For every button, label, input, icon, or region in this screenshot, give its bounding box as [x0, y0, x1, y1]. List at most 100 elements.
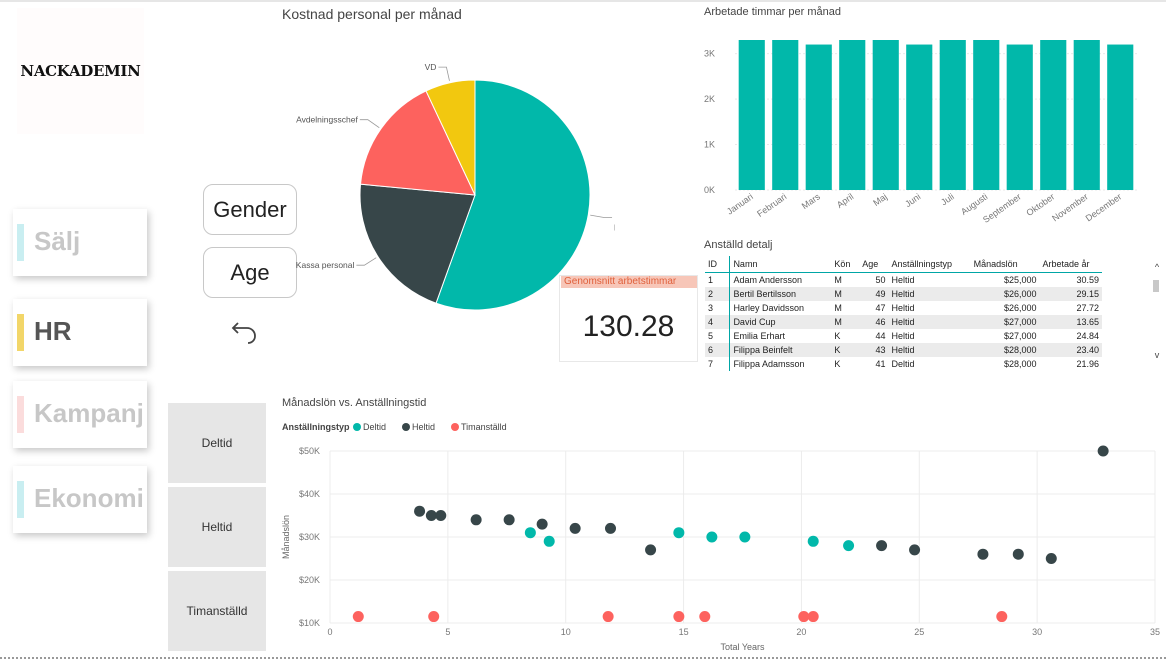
table-cell: M	[831, 287, 860, 301]
table-title: Anställd detalj	[704, 239, 773, 251]
bar-juni	[906, 44, 933, 190]
table-row[interactable]: 4 David Cup M 46 Heltid $27,000 13.65	[705, 315, 1102, 329]
nav-label: Sälj	[34, 226, 81, 256]
bar-oktober	[1040, 40, 1067, 190]
bar-title: Arbetade timmar per månad	[704, 6, 841, 18]
scatter-title: Månadslön vs. Anställningstid	[282, 397, 427, 409]
scroll-thumb[interactable]	[1153, 280, 1159, 292]
scatter-x-tick: 10	[561, 627, 571, 637]
scatter-point-heltid	[470, 514, 482, 526]
bar-november	[1073, 40, 1100, 190]
table-header-cell[interactable]: Arbetade år	[1039, 256, 1102, 273]
table-cell: 30.59	[1076, 275, 1099, 285]
slicer-item-deltid[interactable]: Deltid	[168, 403, 266, 483]
table-cell: 5	[705, 329, 731, 343]
table-cell: Filippa Beinfelt	[729, 343, 832, 357]
slicer-item-timanstalld[interactable]: Timanställd	[168, 571, 266, 651]
table-header-cell[interactable]: Namn	[729, 256, 832, 273]
scroll-up-icon[interactable]: ^	[1150, 262, 1164, 272]
scatter-x-tick: 35	[1150, 627, 1160, 637]
bar-x-label: Juni	[903, 191, 922, 209]
bar-x-label: Juli	[939, 191, 956, 207]
scroll-down-icon[interactable]: v	[1150, 350, 1164, 360]
nav-label: Ekonomi	[34, 483, 144, 513]
bar-januari	[738, 40, 765, 190]
legend-title: Anställningstyp	[282, 422, 350, 432]
legend-marker	[402, 423, 410, 431]
scatter-x-tick: 0	[327, 627, 332, 637]
table-header-cell[interactable]: ID	[705, 256, 731, 273]
table-cell: Heltid	[891, 275, 915, 285]
bar-juli	[939, 40, 966, 190]
logo: NACKADEMIN	[17, 8, 144, 134]
table-row[interactable]: 6 Filippa Beinfelt K 43 Heltid $28,000 23.40	[705, 343, 1102, 357]
bar-december	[1107, 44, 1134, 190]
bar-maj	[872, 40, 899, 190]
scatter-y-tick: $50K	[299, 446, 320, 456]
table-cell: $28,000	[1003, 359, 1037, 369]
scatter-point-heltid	[645, 544, 657, 556]
kpi-value: 130.28	[582, 310, 675, 343]
scatter-y-tick: $30K	[299, 532, 320, 542]
nav-card-hr[interactable]: HR	[13, 299, 147, 366]
pie-leader-line	[359, 119, 380, 129]
nav-label: HR	[34, 316, 72, 346]
pie-leader-line	[356, 257, 377, 266]
nav-card-ekonomi[interactable]: Ekonomi	[13, 466, 147, 533]
table-header-cell[interactable]: Anställningstyp	[888, 256, 971, 273]
scatter-point-heltid	[1045, 553, 1057, 564]
table-cell: 29.15	[1039, 287, 1102, 301]
pie-label: Avdelningsschef	[296, 115, 358, 125]
bar-y-tick: 3K	[704, 49, 715, 59]
table-header-cell[interactable]: Månadslön	[970, 256, 1040, 273]
table-row[interactable]: 1 Adam Andersson M 50 Heltid $25,000 30.59	[705, 272, 1102, 287]
undo-arrow-icon[interactable]	[229, 315, 261, 347]
table-cell: $27,000	[970, 315, 1040, 329]
nav-accent	[17, 224, 24, 261]
bar-x-label: Februari	[755, 191, 788, 218]
scatter-x-label: Total Years	[720, 642, 765, 652]
scatter-point-timanställd	[428, 611, 440, 623]
table-cell: Adam Andersson	[733, 275, 802, 285]
table-scrollbar[interactable]: ^ v	[1150, 258, 1164, 368]
table-cell: 44	[875, 331, 886, 341]
scatter-point-heltid	[605, 522, 616, 534]
scatter-point-heltid	[414, 505, 426, 517]
table-header-cell[interactable]: Kön	[831, 256, 860, 273]
scatter-y-label: Månadslön	[281, 515, 291, 559]
nav-card-salj[interactable]: Sälj	[13, 209, 147, 276]
nav-card-kampanj[interactable]: Kampanj	[13, 381, 147, 448]
scatter-point-deltid	[807, 535, 819, 547]
bar-x-label: Maj	[871, 191, 889, 208]
logo-text: NACKADEMIN	[20, 62, 141, 80]
bar-mars	[805, 44, 832, 190]
table-cell: M	[834, 303, 842, 313]
scatter-point-timanställd	[673, 611, 685, 623]
legend-item: Deltid	[363, 422, 386, 432]
table-cell: $25,000	[1003, 275, 1037, 285]
table-cell: Deltid	[891, 359, 915, 369]
detail-table: ID Namn Kön Age Anställningstyp Månadslön Arbe…	[705, 256, 1102, 371]
nav-label: Kampanj	[34, 398, 144, 428]
table-cell: $26,000	[970, 287, 1040, 301]
table-cell: $28,000	[970, 343, 1040, 357]
table-cell: K	[834, 359, 841, 369]
scatter-point-deltid	[706, 531, 718, 543]
table-header-cell[interactable]: Age	[859, 256, 889, 273]
scatter-point-heltid	[1012, 548, 1024, 560]
table-row[interactable]: 3 Harley Davidsson M 47 Heltid $26,000 27.72	[705, 301, 1102, 315]
table-cell: 43	[859, 343, 889, 357]
scatter-point-heltid	[536, 518, 548, 530]
table-cell: $26,000	[1003, 303, 1037, 313]
table-cell: 7	[705, 357, 731, 371]
slicer-item-heltid[interactable]: Heltid	[168, 487, 266, 567]
table-row[interactable]: 5 Emilia Erhart K 44 Heltid $27,000 24.84	[705, 329, 1102, 343]
table-cell: 27.72	[1076, 303, 1099, 313]
table-cell: 24.84	[1076, 331, 1099, 341]
scatter-x-tick: 25	[914, 627, 924, 637]
pie-label: Kassa personal	[296, 260, 355, 270]
table-row[interactable]: 2 Bertil Bertilsson M 49 Heltid $26,000 29.15	[705, 287, 1102, 301]
table-row[interactable]: 7 Filippa Adamsson K 41 Deltid $28,000 21.96	[705, 357, 1102, 371]
scatter-point-timanställd	[996, 611, 1008, 623]
bar-augusti	[973, 40, 1000, 190]
